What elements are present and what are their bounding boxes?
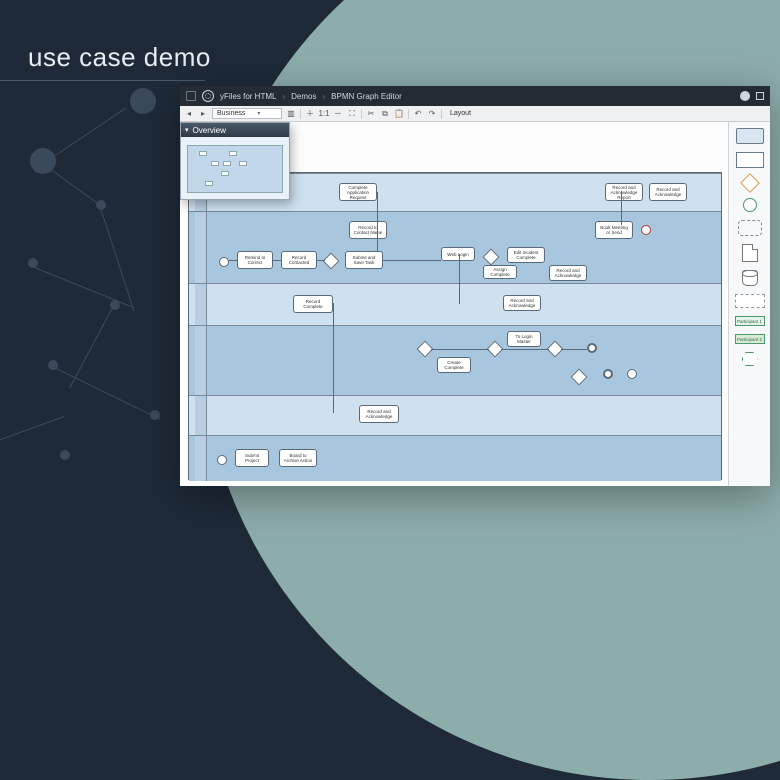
- overview-title: Overview: [193, 126, 226, 135]
- hero-underline: [0, 80, 205, 81]
- app-window: yFiles for HTML › Demos › BPMN Graph Edi…: [180, 86, 770, 486]
- bpmn-flow: [431, 349, 489, 350]
- lane-header[interactable]: [195, 212, 207, 283]
- bpmn-flow: [377, 192, 378, 252]
- bpmn-pool[interactable]: Complete Application Request Record and …: [188, 172, 722, 480]
- palette-subprocess[interactable]: [735, 220, 765, 236]
- copy-icon[interactable]: ⧉: [380, 109, 390, 119]
- bpmn-task[interactable]: Web Login: [441, 247, 475, 261]
- bpmn-task[interactable]: Complete Application Request: [339, 183, 377, 201]
- lane-5[interactable]: [189, 395, 721, 435]
- bpmn-task[interactable]: Book Meeting or Send: [595, 221, 633, 239]
- bpmn-task[interactable]: Edit Incident Complete: [507, 247, 545, 263]
- palette-datastore[interactable]: [735, 270, 765, 286]
- bpmn-end-event[interactable]: [587, 343, 597, 353]
- hero-title: use case demo: [28, 42, 211, 73]
- lane-header[interactable]: [195, 436, 207, 481]
- github-icon[interactable]: [740, 91, 750, 101]
- sidebar-toggle-icon[interactable]: [186, 91, 196, 101]
- open-icon[interactable]: ▥: [286, 109, 296, 119]
- bpmn-task[interactable]: Board to Archive Action: [279, 449, 317, 467]
- bpmn-task[interactable]: Submit Project: [235, 449, 269, 467]
- bpmn-task[interactable]: Remind to Correct: [237, 251, 273, 269]
- fullscreen-icon[interactable]: [756, 92, 764, 100]
- palette-document[interactable]: [735, 244, 765, 262]
- bpmn-flow: [459, 254, 460, 304]
- bpmn-start-event[interactable]: [217, 455, 227, 465]
- bpmn-task[interactable]: Record Complete: [293, 295, 333, 313]
- overview-minimap[interactable]: [181, 137, 289, 199]
- palette-lane[interactable]: [735, 294, 765, 308]
- breadcrumb-demos[interactable]: Demos: [291, 92, 316, 101]
- zoom-in-icon[interactable]: ＋: [305, 109, 315, 119]
- workspace: Overview: [180, 122, 770, 486]
- chevron-right-icon[interactable]: ▸: [198, 109, 208, 119]
- bpmn-flow: [621, 191, 622, 225]
- file-select-value: Business: [217, 110, 245, 117]
- chevron-right-icon: ›: [282, 92, 285, 101]
- bpmn-task[interactable]: Create Complete: [437, 357, 471, 373]
- file-select[interactable]: Business: [212, 108, 282, 119]
- bpmn-end-event[interactable]: [603, 369, 613, 379]
- bpmn-flow: [383, 260, 441, 261]
- bpmn-flow: [317, 260, 325, 261]
- paste-icon[interactable]: 📋: [394, 109, 404, 119]
- bpmn-flow: [273, 260, 281, 261]
- zoom-out-icon[interactable]: －: [333, 109, 343, 119]
- bpmn-intermediate-event[interactable]: [627, 369, 637, 379]
- bpmn-flow: [333, 303, 334, 413]
- chevron-left-icon[interactable]: ◂: [184, 109, 194, 119]
- title-bar: yFiles for HTML › Demos › BPMN Graph Edi…: [180, 86, 770, 106]
- bpmn-flow: [501, 349, 549, 350]
- palette-gateway[interactable]: [735, 176, 765, 190]
- redo-icon[interactable]: ↷: [427, 109, 437, 119]
- bpmn-task[interactable]: Submit and Save Task: [345, 251, 383, 269]
- palette-conversation[interactable]: [735, 352, 765, 366]
- toolbar: ◂ ▸ Business ▥ ＋ 1:1 － ⛶ ✂ ⧉ 📋 ↶ ↷ Layou…: [180, 106, 770, 122]
- overview-header[interactable]: Overview: [181, 123, 289, 137]
- palette-task[interactable]: [735, 128, 765, 144]
- bpmn-task[interactable]: Record and Acknowledge: [549, 265, 587, 281]
- bpmn-task[interactable]: Assign Complete: [483, 265, 517, 279]
- yworks-logo-icon: [202, 90, 214, 102]
- lane-header[interactable]: [195, 284, 207, 325]
- chevron-right-icon: ›: [322, 92, 325, 101]
- bpmn-start-event[interactable]: [219, 257, 229, 267]
- layout-button[interactable]: Layout: [446, 110, 475, 117]
- shape-palette: Participant 1 Participant 2: [728, 122, 770, 486]
- overview-panel[interactable]: Overview: [180, 122, 290, 200]
- breadcrumb-current: BPMN Graph Editor: [331, 92, 402, 101]
- bpmn-task[interactable]: Record Contacted: [281, 251, 317, 269]
- palette-task-plain[interactable]: [735, 152, 765, 168]
- palette-participant-2[interactable]: Participant 2: [735, 334, 765, 344]
- diagram-canvas[interactable]: Overview: [180, 122, 728, 486]
- bpmn-task[interactable]: Record and Acknowledge: [359, 405, 399, 423]
- bpmn-flow: [561, 349, 587, 350]
- bpmn-flow: [229, 260, 237, 261]
- lane-header[interactable]: [195, 326, 207, 395]
- bpmn-task[interactable]: Record and Acknowledge: [649, 183, 687, 201]
- lane-header[interactable]: [195, 396, 207, 435]
- cut-icon[interactable]: ✂: [366, 109, 376, 119]
- bpmn-task[interactable]: Record and Acknowledge Report: [605, 183, 643, 201]
- undo-icon[interactable]: ↶: [413, 109, 423, 119]
- palette-participant-1[interactable]: Participant 1: [735, 316, 765, 326]
- lane-3[interactable]: [189, 283, 721, 325]
- bpmn-task[interactable]: Record and Acknowledge: [503, 295, 541, 311]
- bpmn-task[interactable]: Record to Contact Name: [349, 221, 387, 239]
- bpmn-end-event[interactable]: [641, 225, 651, 235]
- zoom-reset-icon[interactable]: 1:1: [319, 109, 329, 119]
- palette-event[interactable]: [735, 198, 765, 212]
- product-name: yFiles for HTML: [220, 92, 276, 101]
- fit-content-icon[interactable]: ⛶: [347, 109, 357, 119]
- bpmn-task[interactable]: To Login Master: [507, 331, 541, 347]
